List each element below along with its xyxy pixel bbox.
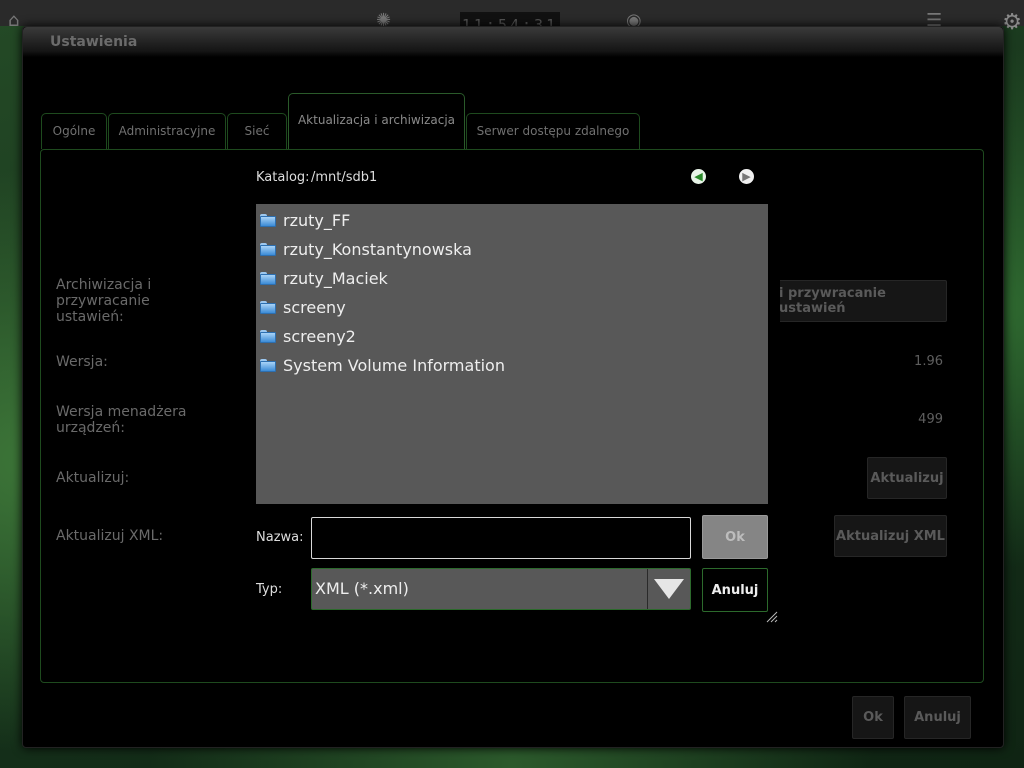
gear-icon[interactable]: ⚙ bbox=[1002, 10, 1022, 35]
directory-label: Katalog: bbox=[256, 170, 310, 185]
filename-input[interactable] bbox=[311, 517, 691, 559]
archive-restore-button[interactable]: i przywracanie ustawień bbox=[778, 280, 947, 322]
update-button[interactable]: Aktualizuj bbox=[867, 457, 947, 499]
version-value: 1.96 bbox=[914, 354, 943, 369]
forward-arrow-icon[interactable]: ▶ bbox=[739, 169, 754, 184]
file-name: rzuty_Konstantynowska bbox=[283, 239, 472, 259]
resize-grip-icon[interactable] bbox=[766, 611, 778, 623]
manager-version-label: Wersja menadżera urządzeń: bbox=[56, 404, 187, 436]
home-icon[interactable]: ⌂ bbox=[8, 12, 19, 30]
dialog-ok-button[interactable]: Ok bbox=[702, 515, 768, 559]
folder-icon bbox=[260, 329, 276, 343]
window-title: Ustawienia bbox=[50, 34, 138, 50]
update-xml-button[interactable]: Aktualizuj XML bbox=[834, 515, 947, 557]
cancel-button[interactable]: Anuluj bbox=[904, 696, 971, 739]
tab-administrative[interactable]: Administracyjne bbox=[108, 113, 226, 149]
file-type-select[interactable]: XML (*.xml) bbox=[311, 568, 691, 610]
file-dialog: Katalog: /mnt/sdb1 ◀ ▶ rzuty_FF rzuty_Ko… bbox=[240, 150, 780, 625]
list-item[interactable]: rzuty_Konstantynowska bbox=[260, 237, 472, 261]
top-panel: ⌂ ✺ 11:54:31 ◉ ☰ ⚙ bbox=[0, 0, 1024, 35]
tab-remote-server[interactable]: Serwer dostępu zdalnego bbox=[466, 113, 640, 149]
file-name: rzuty_FF bbox=[283, 210, 351, 230]
folder-icon bbox=[260, 271, 276, 285]
list-item[interactable]: rzuty_FF bbox=[260, 208, 350, 232]
file-name: System Volume Information bbox=[283, 355, 505, 375]
list-item[interactable]: System Volume Information bbox=[260, 353, 505, 377]
tab-general[interactable]: Ogólne bbox=[41, 113, 107, 149]
folder-icon bbox=[260, 242, 276, 256]
archive-label: Archiwizacja i przywracanie ustawień: bbox=[56, 277, 152, 325]
back-arrow-icon[interactable]: ◀ bbox=[691, 169, 706, 184]
list-item[interactable]: screeny bbox=[260, 295, 346, 319]
file-name: rzuty_Maciek bbox=[283, 268, 388, 288]
manager-version-value: 499 bbox=[918, 412, 943, 427]
dialog-cancel-button[interactable]: Anuluj bbox=[702, 568, 768, 612]
version-label: Wersja: bbox=[56, 354, 108, 370]
file-name: screeny bbox=[283, 297, 346, 317]
folder-icon bbox=[260, 213, 276, 227]
file-name: screeny2 bbox=[283, 326, 356, 346]
directory-path: /mnt/sdb1 bbox=[311, 170, 378, 185]
folder-icon bbox=[260, 358, 276, 372]
list-item[interactable]: rzuty_Maciek bbox=[260, 266, 388, 290]
tab-network[interactable]: Sieć bbox=[227, 113, 287, 149]
update-label: Aktualizuj: bbox=[56, 470, 130, 486]
update-xml-label: Aktualizuj XML: bbox=[56, 528, 164, 544]
file-list[interactable]: rzuty_FF rzuty_Konstantynowska rzuty_Mac… bbox=[256, 204, 768, 504]
window-titlebar: Ustawienia bbox=[23, 27, 1003, 57]
tab-update-archive[interactable]: Aktualizacja i archiwizacja bbox=[288, 93, 465, 149]
dropdown-arrow-icon[interactable] bbox=[647, 569, 690, 609]
file-type-value: XML (*.xml) bbox=[315, 579, 409, 598]
name-label: Nazwa: bbox=[256, 530, 304, 545]
folder-icon bbox=[260, 300, 276, 314]
ok-button[interactable]: Ok bbox=[852, 696, 894, 739]
type-label: Typ: bbox=[256, 582, 283, 597]
list-item[interactable]: screeny2 bbox=[260, 324, 356, 348]
